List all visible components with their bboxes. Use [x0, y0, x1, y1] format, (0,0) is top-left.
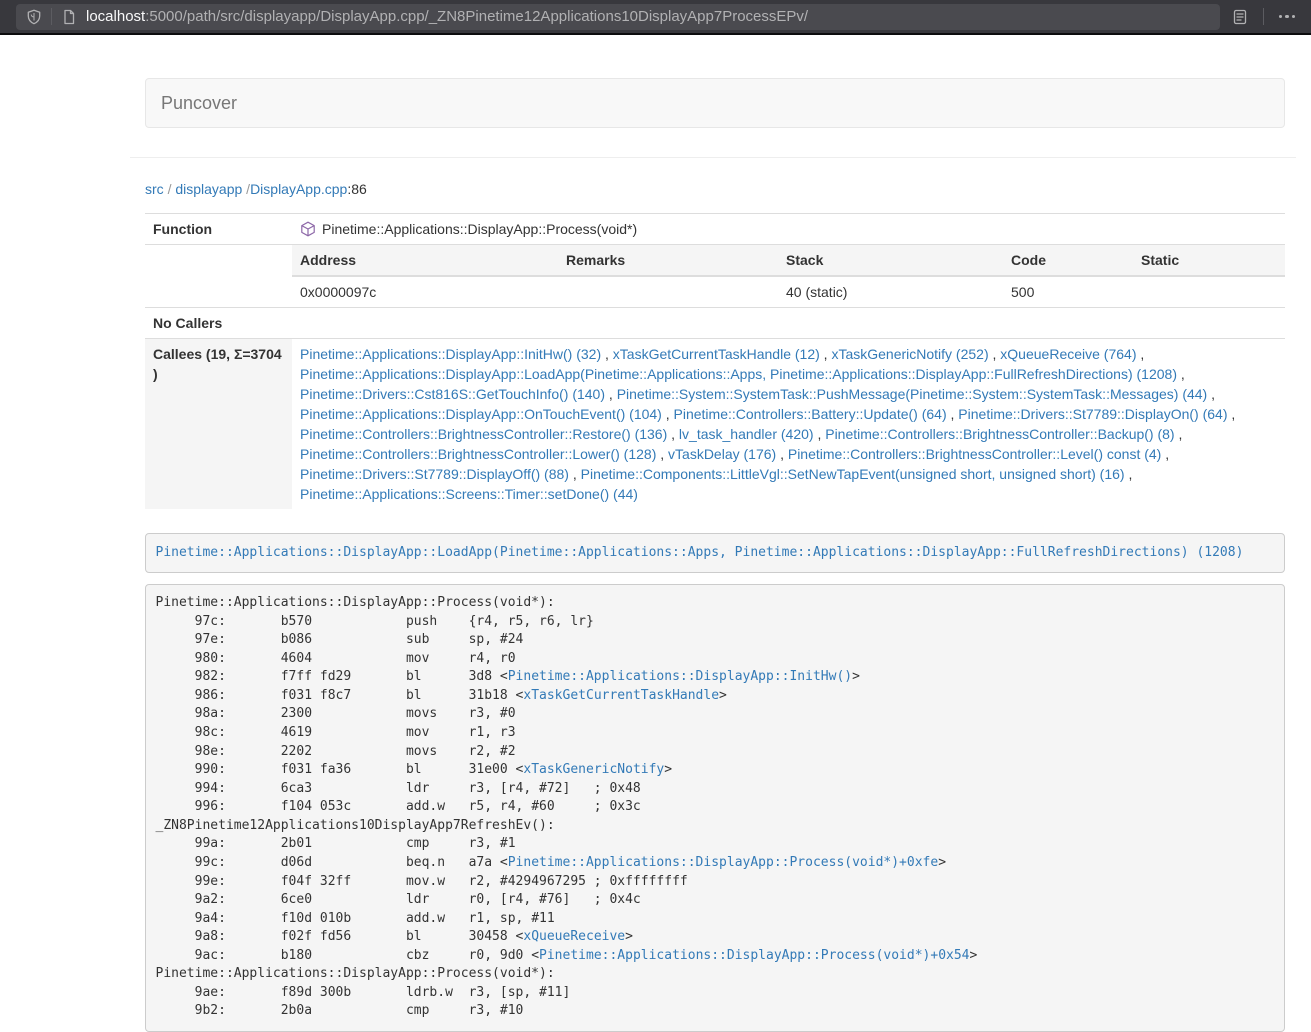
callee-link[interactable]: Pinetime::Drivers::Cst816S::GetTouchInfo…: [300, 386, 605, 402]
asm-symbol-link[interactable]: Pinetime::Applications::DisplayApp::Proc…: [508, 855, 938, 870]
callee-link[interactable]: Pinetime::Controllers::Battery::Update()…: [674, 406, 947, 422]
highlighted-callee-box: Pinetime::Applications::DisplayApp::Load…: [145, 533, 1285, 573]
callee-item: Pinetime::Controllers::BrightnessControl…: [825, 426, 1182, 442]
callees-label: Callees (19, Σ=3704 ): [145, 339, 292, 510]
callees-list: Pinetime::Applications::DisplayApp::Init…: [292, 339, 1285, 510]
breadcrumb-line-number: :86: [347, 181, 366, 197]
callee-link[interactable]: xQueueReceive (764): [1000, 346, 1136, 362]
no-callers-label: No Callers: [145, 308, 292, 339]
details-row: Address Remarks Stack Code Static 0x0000…: [145, 245, 1285, 308]
col-remarks: Remarks: [558, 245, 778, 276]
asm-symbol-link[interactable]: Pinetime::Applications::DisplayApp::Init…: [508, 669, 852, 684]
toolbar-divider: [1263, 8, 1264, 25]
breadcrumb-link-displayapp[interactable]: displayapp: [175, 181, 242, 197]
url-bar[interactable]: localhost:5000/path/src/displayapp/Displ…: [16, 4, 1220, 30]
callee-item: Pinetime::Applications::DisplayApp::OnTo…: [300, 406, 670, 422]
cube-icon: [300, 221, 316, 237]
stack-value: 40 (static): [778, 276, 1003, 307]
asm-symbol-link[interactable]: xQueueReceive: [523, 929, 625, 944]
details-header-row: Address Remarks Stack Code Static: [292, 245, 1285, 276]
code-value: 500: [1003, 276, 1133, 307]
col-stack: Stack: [778, 245, 1003, 276]
callee-item: Pinetime::Controllers::BrightnessControl…: [300, 446, 664, 462]
address-value: 0x0000097c: [292, 276, 558, 307]
col-address: Address: [292, 245, 558, 276]
callee-item: xTaskGenericNotify (252) ,: [831, 346, 996, 362]
symbol-table: Function Pinetime::Applications::Display…: [145, 213, 1285, 509]
callee-link[interactable]: Pinetime::Applications::DisplayApp::Init…: [300, 346, 601, 362]
callees-row: Callees (19, Σ=3704 ) Pinetime::Applicat…: [145, 339, 1285, 510]
asm-symbol-link[interactable]: Pinetime::Applications::DisplayApp::Proc…: [539, 948, 969, 963]
callee-item: Pinetime::Controllers::BrightnessControl…: [300, 426, 675, 442]
function-row: Function Pinetime::Applications::Display…: [145, 214, 1285, 245]
breadcrumb-link-file[interactable]: DisplayApp.cpp: [250, 181, 347, 197]
callee-item: Pinetime::Drivers::Cst816S::GetTouchInfo…: [300, 386, 613, 402]
page-icon[interactable]: [61, 9, 77, 25]
function-name: Pinetime::Applications::DisplayApp::Proc…: [322, 219, 637, 239]
no-callers-row: No Callers: [145, 308, 1285, 339]
callee-item: Pinetime::Applications::DisplayApp::Init…: [300, 346, 609, 362]
reader-mode-icon: [1232, 9, 1248, 25]
callee-link[interactable]: Pinetime::Controllers::BrightnessControl…: [788, 446, 1161, 462]
callee-link[interactable]: Pinetime::Drivers::St7789::DisplayOn() (…: [958, 406, 1227, 422]
callee-item: vTaskDelay (176) ,: [668, 446, 784, 462]
breadcrumb-link-src[interactable]: src: [145, 181, 164, 197]
callee-link[interactable]: Pinetime::Drivers::St7789::DisplayOff() …: [300, 466, 569, 482]
callee-item: Pinetime::Components::LittleVgl::SetNewT…: [581, 466, 1133, 482]
callee-link[interactable]: Pinetime::Applications::DisplayApp::Load…: [300, 366, 1177, 382]
callee-item: Pinetime::System::SystemTask::PushMessag…: [617, 386, 1215, 402]
callee-link[interactable]: Pinetime::Applications::Screens::Timer::…: [300, 486, 638, 502]
callee-item: xQueueReceive (764) ,: [1000, 346, 1144, 362]
col-code: Code: [1003, 245, 1133, 276]
remarks-value: [558, 276, 778, 307]
col-static: Static: [1133, 245, 1285, 276]
assembly-code: Pinetime::Applications::DisplayApp::Proc…: [145, 584, 1285, 1032]
static-value: [1133, 276, 1285, 307]
callee-link[interactable]: Pinetime::System::SystemTask::PushMessag…: [617, 386, 1208, 402]
brand-link[interactable]: Puncover: [146, 79, 252, 127]
callee-item: Pinetime::Applications::DisplayApp::Load…: [300, 366, 1185, 382]
divider-rule: [130, 157, 1296, 158]
callee-link[interactable]: Pinetime::Controllers::BrightnessControl…: [300, 426, 667, 442]
details-table: Address Remarks Stack Code Static 0x0000…: [292, 245, 1285, 307]
callee-link[interactable]: Pinetime::Controllers::BrightnessControl…: [825, 426, 1174, 442]
callee-item: Pinetime::Controllers::BrightnessControl…: [788, 446, 1169, 462]
breadcrumb-separator: /: [168, 181, 172, 197]
asm-symbol-link[interactable]: xTaskGenericNotify: [523, 762, 664, 777]
shield-icon[interactable]: [26, 9, 42, 25]
callee-item: xTaskGetCurrentTaskHandle (12) ,: [613, 346, 828, 362]
highlighted-callee-link[interactable]: Pinetime::Applications::DisplayApp::Load…: [156, 545, 1244, 560]
callee-link[interactable]: xTaskGenericNotify (252): [831, 346, 988, 362]
details-value-row: 0x0000097c 40 (static) 500: [292, 276, 1285, 307]
callee-link[interactable]: Pinetime::Components::LittleVgl::SetNewT…: [581, 466, 1125, 482]
toolbar-divider: [51, 8, 52, 25]
callee-link[interactable]: lv_task_handler (420): [679, 426, 814, 442]
callee-link[interactable]: vTaskDelay (176): [668, 446, 776, 462]
callee-link[interactable]: Pinetime::Controllers::BrightnessControl…: [300, 446, 656, 462]
callee-item: Pinetime::Controllers::Battery::Update()…: [674, 406, 955, 422]
callee-item: Pinetime::Applications::Screens::Timer::…: [300, 486, 638, 502]
callee-item: Pinetime::Drivers::St7789::DisplayOff() …: [300, 466, 577, 482]
callee-link[interactable]: Pinetime::Applications::DisplayApp::OnTo…: [300, 406, 662, 422]
callee-item: Pinetime::Drivers::St7789::DisplayOn() (…: [958, 406, 1235, 422]
url-host: localhost: [86, 8, 145, 25]
app-navbar: Puncover: [145, 78, 1285, 128]
callee-item: lv_task_handler (420) ,: [679, 426, 821, 442]
breadcrumb: src / displayapp /DisplayApp.cpp:86: [145, 179, 1285, 199]
callee-link[interactable]: xTaskGetCurrentTaskHandle (12): [613, 346, 820, 362]
url-path: :5000/path/src/displayapp/DisplayApp.cpp…: [145, 8, 808, 25]
browser-toolbar: localhost:5000/path/src/displayapp/Displ…: [0, 0, 1311, 35]
reader-mode-button[interactable]: [1226, 3, 1254, 31]
asm-symbol-link[interactable]: xTaskGetCurrentTaskHandle: [523, 688, 719, 703]
main-content: Puncover src / displayapp /DisplayApp.cp…: [145, 78, 1285, 1032]
overflow-menu-icon: [1279, 15, 1296, 19]
url-text[interactable]: localhost:5000/path/src/displayapp/Displ…: [86, 8, 808, 25]
overflow-menu-button[interactable]: [1273, 3, 1301, 31]
function-label: Function: [145, 214, 292, 245]
